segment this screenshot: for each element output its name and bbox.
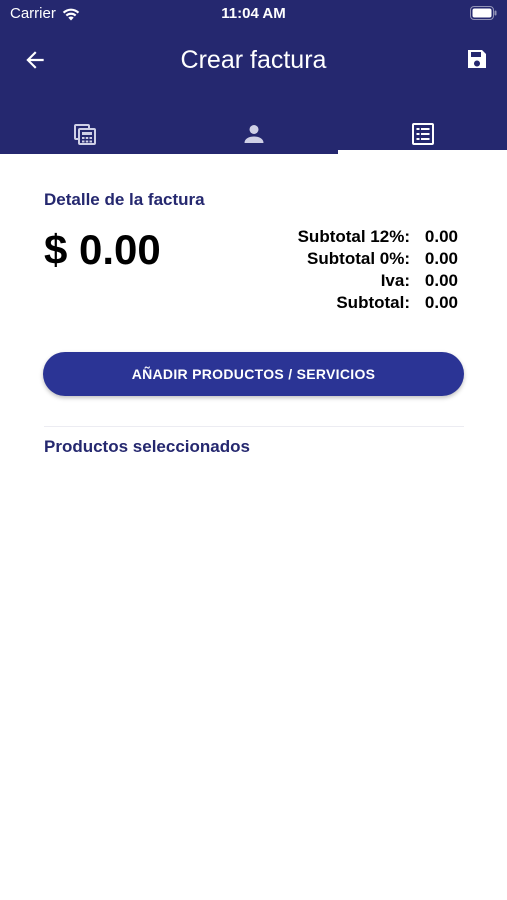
tab-bar (0, 112, 507, 154)
tab-calculator[interactable] (0, 112, 169, 154)
summary-label: Subtotal: (336, 293, 410, 312)
summary-row-subtotal: Subtotal: 0.00 (298, 292, 458, 314)
add-products-button[interactable]: AÑADIR PRODUCTOS / SERVICIOS (43, 352, 464, 396)
selected-products-title: Productos seleccionados (44, 437, 250, 456)
invoice-total: $ 0.00 (44, 226, 161, 273)
summary-row-iva: Iva: 0.00 (298, 270, 458, 292)
floppy-disk-icon[interactable] (465, 47, 489, 71)
status-time: 11:04 AM (221, 5, 286, 22)
battery-icon (470, 6, 497, 20)
invoice-detail-title: Detalle de la factura (44, 190, 205, 209)
calculator-icon (73, 124, 96, 145)
app-header: Carrier 11:04 AM Crear factura (0, 0, 507, 154)
divider (44, 426, 464, 427)
summary-value: 0.00 (424, 271, 458, 290)
list-icon (411, 123, 434, 145)
summary-label: Subtotal 12%: (297, 227, 410, 246)
summary-row-subtotal-0: Subtotal 0%: 0.00 (298, 248, 458, 270)
summary-value: 0.00 (424, 227, 458, 246)
tab-detail[interactable] (338, 112, 507, 154)
nav-bar: Crear factura (0, 36, 507, 86)
person-icon (244, 125, 263, 143)
invoice-summary: Subtotal 12%: 0.00 Subtotal 0%: 0.00 Iva… (298, 226, 458, 314)
status-bar: Carrier 11:04 AM (0, 0, 507, 30)
summary-label: Subtotal 0%: (307, 249, 410, 268)
tab-client[interactable] (169, 112, 338, 154)
summary-value: 0.00 (424, 249, 458, 268)
summary-label: Iva: (380, 271, 410, 290)
summary-row-subtotal-12: Subtotal 12%: 0.00 (298, 226, 458, 248)
summary-value: 0.00 (424, 293, 458, 312)
page-title: Crear factura (180, 46, 327, 74)
